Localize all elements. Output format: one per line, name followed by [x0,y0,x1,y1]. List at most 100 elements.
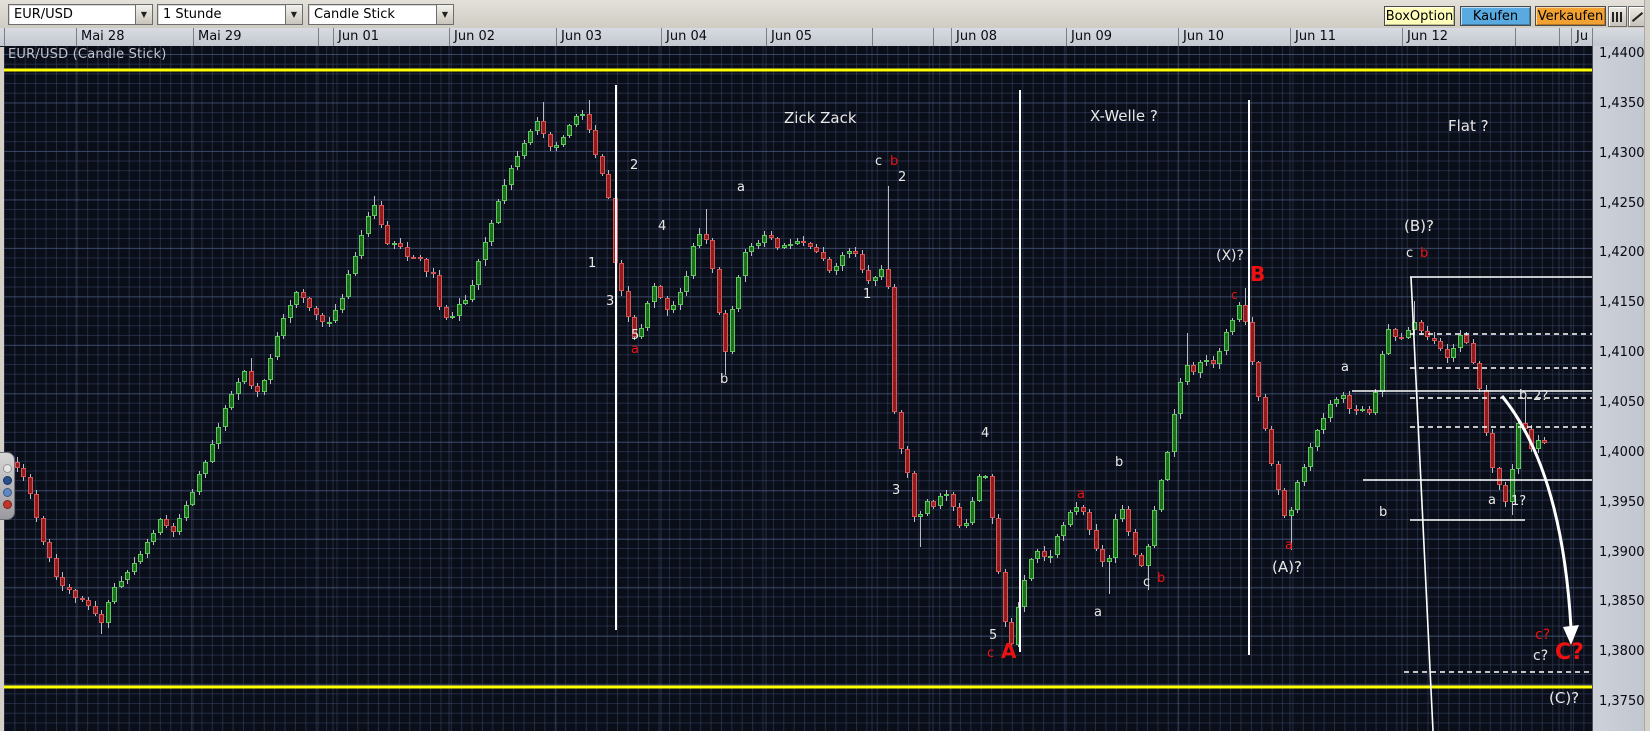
wave-label: (A)? [1272,558,1302,576]
price-axis-label: 1,3750 [1599,694,1645,710]
gauge-icon[interactable] [2,463,12,473]
price-axis-label: 1,4050 [1599,394,1645,410]
chevron-down-icon[interactable]: ▼ [285,4,303,25]
wave-label: 2? [1533,389,1549,404]
wave-label: Zick Zack [784,109,857,127]
wave-label: b [1157,571,1166,586]
wave-label: X-Welle ? [1090,107,1158,125]
wave-label: A [1001,639,1017,663]
wave-label: a [1285,538,1293,553]
wave-label: a [1341,360,1349,375]
wave-label: 4 [658,219,667,234]
wave-label: c [1231,288,1238,302]
date-axis-gap [933,28,951,46]
wave-label: b [1420,246,1429,261]
boxoption-button[interactable]: BoxOption [1384,6,1455,26]
wave-label: b [1379,505,1388,520]
date-axis-gap [1515,28,1559,46]
price-axis-label: 1,3850 [1599,594,1645,610]
price-axis-label: 1,3900 [1599,544,1645,560]
wave-label: 4 [981,426,990,441]
wave-label: a [1094,605,1102,620]
red-record-icon[interactable] [2,499,12,509]
wave-label: 1 [588,256,597,271]
right-frame-strip [1644,0,1650,731]
interval-select-value[interactable]: 1 Stunde [157,4,285,25]
date-axis-label: Mai 28 [76,28,193,46]
chart-type-select-value[interactable]: Candle Stick [308,4,436,25]
wave-label: 1? [1511,494,1527,509]
wave-label: 3 [892,483,901,498]
wave-label: 2 [898,170,907,185]
wave-label: c [875,154,883,169]
wave-label: B [1250,262,1266,286]
wave-label: a [1077,487,1085,502]
price-axis-label: 1,4350 [1599,95,1645,111]
wave-label: 2 [630,158,639,173]
symbol-select[interactable]: EUR/USD ▼ [8,4,153,25]
wave-label: c [1406,246,1414,261]
date-axis-label: Jun 01 [333,28,449,46]
wave-label: 5 [989,628,998,643]
symbol-select-value[interactable]: EUR/USD [8,4,135,25]
wave-label: (X)? [1216,248,1244,264]
price-axis-label: 1,4150 [1599,295,1645,311]
blue-tool-icon[interactable] [2,487,12,497]
date-axis-gap [318,28,333,46]
wave-label: c [987,646,995,661]
wave-label: a [737,180,745,195]
price-axis-label: 1,4250 [1599,195,1645,211]
date-axis[interactable]: Mai 28 Mai 29 Jun 01 Jun 02 Jun 03 Jun 04 Jun … [0,28,1650,47]
chevron-down-icon[interactable]: ▼ [135,4,153,25]
price-axis-label: 1,4300 [1599,145,1645,161]
wave-label: b [720,372,729,387]
top-toolbar: EUR/USD ▼ 1 Stunde ▼ Candle Stick ▼ BoxO… [0,0,1650,29]
wave-label: 3 [606,294,615,309]
wave-label: a [631,342,639,357]
wave-label: Flat ? [1448,117,1489,135]
wave-label: C? [1555,640,1584,665]
date-axis-label: Jun 05 [766,28,872,46]
date-axis-label: Jun 11 [1290,28,1402,46]
price-axis-label: 1,4100 [1599,345,1645,361]
date-axis-label: Jun 02 [449,28,556,46]
interval-select[interactable]: 1 Stunde ▼ [157,4,303,25]
wave-label: (C)? [1549,689,1580,707]
price-axis-label: 1,4200 [1599,245,1645,261]
date-axis-gap [1559,28,1571,46]
price-axis[interactable]: 1,4400 1,4350 1,4300 1,4250 1,4200 1,4150 1,41… [1592,46,1645,731]
mini-toolbar[interactable] [0,452,15,520]
histogram-icon[interactable] [1608,6,1627,27]
date-axis-label: Ju [1571,28,1592,46]
chart-canvas[interactable]: EUR/USD (Candle Stick) Zick Zack X-Welle … [4,46,1592,731]
wave-label: 1 [863,287,872,302]
date-axis-label: Jun 09 [1066,28,1178,46]
chevron-down-icon[interactable]: ▼ [436,4,454,25]
wave-label: b [890,154,899,169]
date-axis-label: Mai 29 [193,28,318,46]
wave-label: c? [1533,648,1549,664]
date-axis-label: Jun 03 [556,28,661,46]
sell-button[interactable]: Verkaufen [1535,6,1606,26]
navy-tool-icon[interactable] [2,475,12,485]
wave-label: (B)? [1404,217,1434,235]
wave-label: a [1488,493,1496,508]
date-axis-label: Jun 08 [951,28,1066,46]
chart-type-select[interactable]: Candle Stick ▼ [308,4,454,25]
date-axis-gap [1592,28,1644,46]
date-axis-label: Jun 10 [1178,28,1290,46]
date-axis-gap [872,28,933,46]
wave-label: b [1115,455,1124,470]
wave-label: c [1143,575,1151,590]
date-axis-label: Jun 12 [1402,28,1515,46]
buy-button[interactable]: Kaufen [1460,6,1531,26]
wave-label: 5 [631,328,640,343]
chart-title: EUR/USD (Candle Stick) [8,47,167,62]
wave-label: b [1519,388,1528,403]
wave-label: c? [1535,627,1551,643]
annotations-layer: Zick Zack X-Welle ? Flat ? 2 4 1 3 5 a a b 1 c b 2 3 4 5 c… [4,46,1592,731]
price-axis-label: 1,4400 [1599,46,1645,61]
price-axis-label: 1,3950 [1599,494,1645,510]
price-axis-label: 1,4000 [1599,444,1645,460]
price-axis-label: 1,3800 [1599,644,1645,660]
